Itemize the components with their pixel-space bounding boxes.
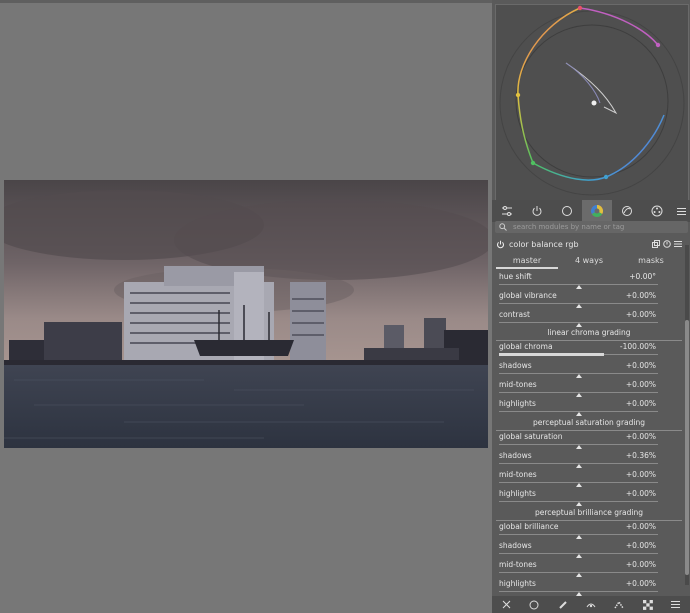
- section-title: perceptual saturation grading: [533, 418, 645, 427]
- slider-value: +0.00%: [625, 579, 656, 588]
- module-subtabs: master 4 ways masks: [496, 255, 682, 269]
- section-linear-chroma: linear chroma grading: [496, 328, 682, 341]
- slider-value: +0.00%: [625, 541, 656, 550]
- menu-icon: [676, 207, 686, 215]
- slider-bril-shadows[interactable]: shadows +0.00%: [496, 539, 658, 559]
- slider-marker[interactable]: [575, 323, 582, 327]
- section-title: linear chroma grading: [547, 328, 631, 337]
- slider-chroma-shadows[interactable]: shadows +0.00%: [496, 359, 658, 379]
- slider-value: +0.00%: [625, 361, 656, 370]
- section-perceptual-saturation: perceptual saturation grading: [496, 418, 682, 431]
- module-title: color balance rgb: [509, 239, 579, 249]
- slider-value: +0.00%: [625, 489, 656, 498]
- search-input[interactable]: [509, 223, 683, 231]
- slider-label: shadows: [499, 361, 532, 370]
- slider-label: mid-tones: [499, 470, 537, 479]
- vectorscope: [495, 4, 689, 202]
- canvas-top-border: [0, 0, 492, 3]
- slider-global-saturation[interactable]: global saturation +0.00%: [496, 430, 658, 450]
- slider-label: global vibrance: [499, 291, 557, 300]
- checkerboard-icon[interactable]: [641, 598, 655, 612]
- tab-masks[interactable]: masks: [620, 255, 682, 269]
- slider-marker[interactable]: [575, 502, 582, 506]
- search-icon: [497, 221, 509, 233]
- slider-global-chroma[interactable]: global chroma -100.00%: [496, 340, 658, 360]
- slider-value: +0.00%: [625, 560, 656, 569]
- tab-base[interactable]: [552, 200, 582, 222]
- power-icon: [532, 206, 542, 216]
- slider-value: +0.00%: [625, 522, 656, 531]
- right-panel: color balance rgb master 4 ways masks hu…: [492, 0, 690, 613]
- slider-label: shadows: [499, 541, 532, 550]
- circle-icon: [562, 206, 572, 216]
- slider-label: shadows: [499, 451, 532, 460]
- tab-master[interactable]: master: [496, 255, 558, 269]
- slider-contrast[interactable]: contrast +0.00%: [496, 308, 658, 328]
- circle-icon[interactable]: [527, 598, 541, 612]
- slider-label: highlights: [499, 399, 536, 408]
- tab-4-ways[interactable]: 4 ways: [558, 255, 620, 269]
- slider-sat-midtones[interactable]: mid-tones +0.00%: [496, 468, 658, 488]
- slider-value: +0.00%: [625, 399, 656, 408]
- slider-value: +0.00%: [625, 380, 656, 389]
- color-wheel-icon: [590, 205, 604, 218]
- scrollbar-thumb[interactable]: [685, 320, 689, 575]
- slider-label: highlights: [499, 579, 536, 588]
- slider-label: contrast: [499, 310, 530, 319]
- slider-global-brilliance[interactable]: global brilliance +0.00%: [496, 520, 658, 540]
- shapes-icon: [622, 206, 632, 216]
- slider-sat-shadows[interactable]: shadows +0.36%: [496, 449, 658, 469]
- slider-label: mid-tones: [499, 560, 537, 569]
- tab-active-modules[interactable]: [522, 200, 552, 222]
- slider-hue-shift[interactable]: hue shift +0.00°: [496, 270, 658, 290]
- slider-marker[interactable]: [575, 412, 582, 416]
- module-header[interactable]: color balance rgb: [496, 237, 682, 251]
- mask-toolbar: [492, 596, 690, 613]
- slider-label: global chroma: [499, 342, 553, 351]
- tab-effect[interactable]: [642, 200, 672, 222]
- slider-fill: [499, 353, 604, 356]
- slider-label: hue shift: [499, 272, 532, 281]
- tab-quick-access[interactable]: [492, 200, 522, 222]
- slider-bril-midtones[interactable]: mid-tones +0.00%: [496, 558, 658, 578]
- sliders-icon: [502, 206, 512, 216]
- slider-sat-highlights[interactable]: highlights +0.00%: [496, 487, 658, 507]
- panel-scrollbar[interactable]: [685, 245, 689, 585]
- slider-global-vibrance[interactable]: global vibrance +0.00%: [496, 289, 658, 309]
- section-perceptual-brilliance: perceptual brilliance grading: [496, 508, 682, 521]
- tab-color[interactable]: [582, 200, 612, 222]
- slider-label: mid-tones: [499, 380, 537, 389]
- slider-value: +0.00%: [625, 470, 656, 479]
- menu-icon[interactable]: [669, 598, 683, 612]
- slider-value: +0.00%: [625, 291, 656, 300]
- slider-label: global brilliance: [499, 522, 559, 531]
- path-icon[interactable]: [612, 598, 626, 612]
- tab-correct[interactable]: [612, 200, 642, 222]
- reset-icon[interactable]: [663, 240, 671, 248]
- slider-value: +0.00°: [629, 272, 656, 281]
- film-reel-icon: [651, 205, 663, 217]
- slider-chroma-midtones[interactable]: mid-tones +0.00%: [496, 378, 658, 398]
- slider-value: -100.00%: [619, 342, 656, 351]
- slider-chroma-highlights[interactable]: highlights +0.00%: [496, 397, 658, 417]
- slider-value: +0.36%: [625, 451, 656, 460]
- gradient-icon[interactable]: [584, 598, 598, 612]
- slider-label: highlights: [499, 489, 536, 498]
- power-icon[interactable]: [496, 240, 505, 249]
- slider-bril-highlights[interactable]: highlights +0.00%: [496, 577, 658, 597]
- multi-instance-icon[interactable]: [652, 240, 660, 248]
- presets-menu-icon[interactable]: [674, 240, 682, 248]
- brush-icon[interactable]: [556, 598, 570, 612]
- slider-value: +0.00%: [625, 310, 656, 319]
- slider-label: global saturation: [499, 432, 563, 441]
- tab-presets-menu[interactable]: [672, 200, 690, 222]
- photo-preview: [4, 180, 488, 448]
- module-search: [495, 221, 688, 233]
- image-canvas[interactable]: [0, 0, 492, 613]
- module-group-tabs: [492, 200, 690, 222]
- close-icon[interactable]: [499, 598, 513, 612]
- slider-value: +0.00%: [625, 432, 656, 441]
- section-title: perceptual brilliance grading: [535, 508, 643, 517]
